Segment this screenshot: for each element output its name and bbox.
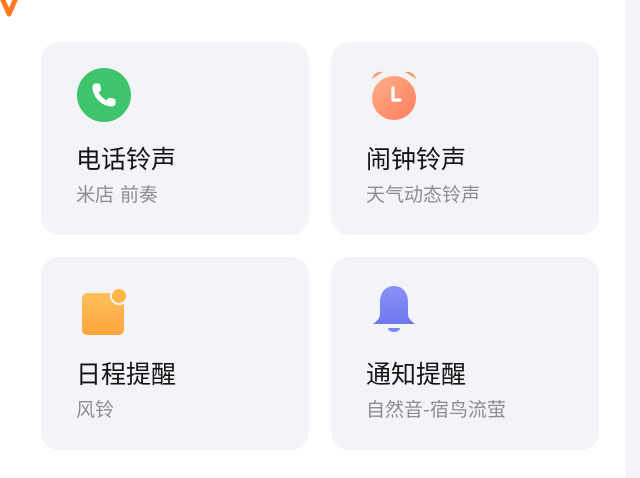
notification-reminder-card[interactable]: 通知提醒 自然音-宿鸟流萤 — [331, 257, 599, 450]
orange-logo-icon — [0, 0, 18, 17]
scrollbar[interactable] — [626, 0, 640, 478]
calendar-note-icon — [82, 287, 128, 335]
card-subtitle: 风铃 — [76, 399, 115, 421]
card-title: 通知提醒 — [366, 360, 467, 389]
card-title: 闹钟铃声 — [366, 145, 467, 174]
bell-icon — [373, 286, 415, 332]
card-title: 电话铃声 — [76, 145, 177, 174]
card-title: 日程提醒 — [76, 360, 177, 389]
phone-ringtone-card[interactable]: 电话铃声 米店 前奏 — [41, 42, 309, 235]
alarm-ringtone-card[interactable]: 闹钟铃声 天气动态铃声 — [331, 42, 599, 235]
card-subtitle: 天气动态铃声 — [366, 184, 481, 206]
ringtone-settings-screen: 电话铃声 米店 前奏 闹钟铃声 天气动态铃声 日程提醒 风铃 通知提醒 自然音-… — [0, 0, 640, 478]
card-subtitle: 米店 前奏 — [76, 184, 159, 206]
phone-icon — [77, 68, 131, 122]
schedule-reminder-card[interactable]: 日程提醒 风铃 — [41, 257, 309, 450]
card-subtitle: 自然音-宿鸟流萤 — [366, 399, 506, 421]
alarm-clock-icon — [372, 71, 416, 120]
